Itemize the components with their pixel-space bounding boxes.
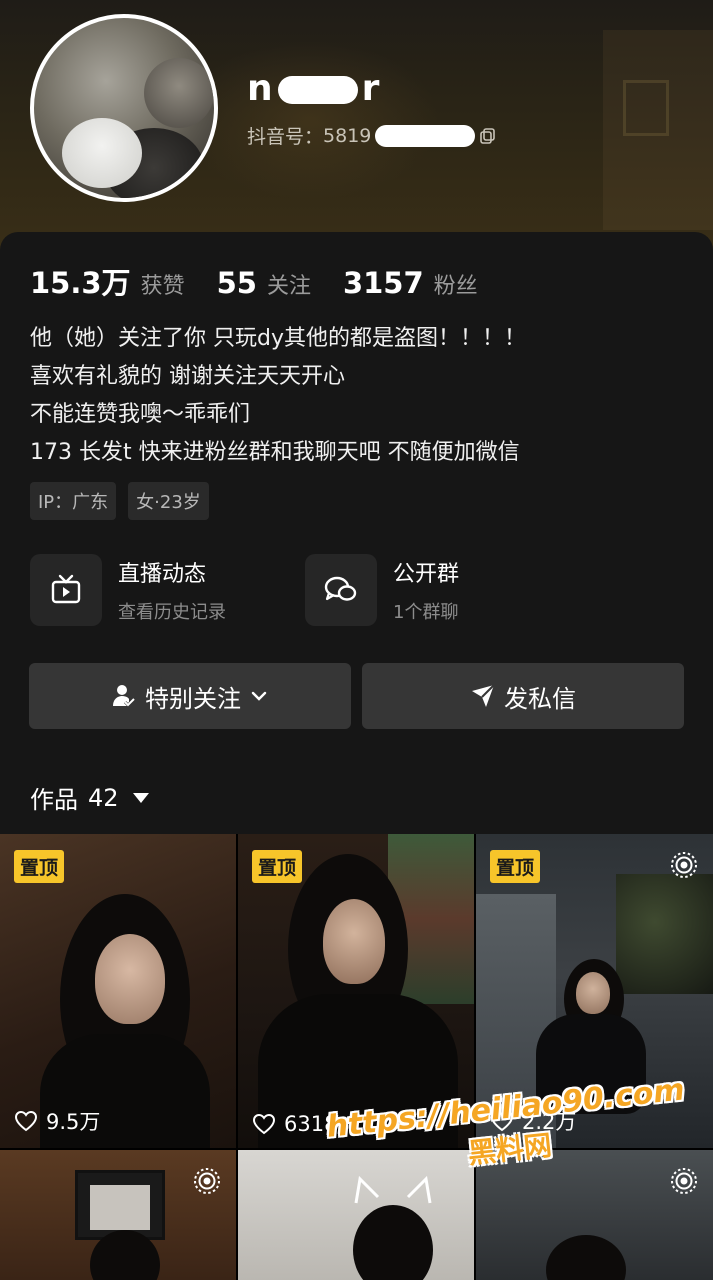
works-tab[interactable]: 作品 42 <box>30 780 149 815</box>
live-history-entry[interactable]: 直播动态 查看历史记录 <box>30 554 226 626</box>
ip-location-tag: IP：广东 <box>30 482 117 520</box>
thumbnail-trees <box>616 874 713 994</box>
special-follow-button[interactable]: 特别关注 <box>29 663 351 729</box>
following-label[interactable]: 关注 <box>267 268 311 300</box>
video-thumbnail[interactable] <box>0 1150 236 1280</box>
live-photo-icon <box>671 852 697 878</box>
thumbnail-person-hair <box>353 1205 433 1280</box>
video-thumbnail[interactable]: 置顶 9.5万 <box>0 834 236 1148</box>
caret-down-icon <box>132 792 149 803</box>
avatar[interactable] <box>30 14 218 202</box>
username-redaction <box>277 76 358 104</box>
username: nr <box>247 68 380 109</box>
bio-line: 不能连赞我噢～乖乖们 <box>30 402 251 427</box>
live-photo-icon <box>671 1168 697 1194</box>
heart-icon <box>14 1110 38 1132</box>
live-photo-icon <box>194 1168 220 1194</box>
followers-count[interactable]: 3157 <box>343 266 424 300</box>
pinned-badge: 置顶 <box>490 850 541 883</box>
profile-tags: IP：广东 女·23岁 <box>30 482 209 520</box>
send-message-button[interactable]: 发私信 <box>362 663 684 729</box>
douyin-id-value: 5819 <box>323 124 372 147</box>
thumbnail-person-face <box>576 972 610 1014</box>
video-grid: 置顶 9.5万 置顶 6318 置顶 2.2万 <box>0 834 713 1280</box>
background-building <box>603 30 713 230</box>
background-tree <box>180 40 440 200</box>
bio-line: 他（她）关注了你 只玩dy其他的都是盗图！！！！ <box>30 326 526 351</box>
works-count: 42 <box>88 783 119 812</box>
douyin-id: 抖音号： 5819 <box>247 122 497 149</box>
likes-label[interactable]: 获赞 <box>141 268 185 300</box>
live-history-title: 直播动态 <box>118 562 207 587</box>
live-history-subtitle: 查看历史记录 <box>118 602 226 623</box>
avatar-cat-tabby <box>144 58 214 128</box>
works-label: 作品 <box>30 786 78 814</box>
username-start: n <box>247 68 274 109</box>
douyin-id-label: 抖音号： <box>247 126 324 148</box>
chat-bubbles-icon <box>305 554 377 626</box>
special-follow-label: 特别关注 <box>145 684 241 713</box>
followers-label[interactable]: 粉丝 <box>434 268 478 300</box>
profile-panel: 15.3万 获赞 55 关注 3157 粉丝 他（她）关注了你 只玩dy其他的都… <box>0 232 713 832</box>
paper-plane-icon <box>472 684 495 707</box>
pinned-badge: 置顶 <box>14 850 65 883</box>
copy-icon[interactable] <box>479 127 497 145</box>
tv-icon <box>30 554 102 626</box>
bio-line: 173 长发t 快来进粉丝群和我聊天吧 不随便加微信 <box>30 440 520 465</box>
thumbnail-person-face <box>323 899 385 984</box>
video-likes-count: 9.5万 <box>46 1110 101 1134</box>
person-check-icon <box>113 685 136 708</box>
video-thumbnail[interactable] <box>476 1150 713 1280</box>
username-end: r <box>361 68 381 109</box>
bio-line: 喜欢有礼貌的 谢谢关注天天开心 <box>30 364 345 389</box>
public-group-subtitle: 1个群聊 <box>393 602 459 623</box>
video-likes: 9.5万 <box>14 1106 100 1136</box>
gender-age-tag: 女·23岁 <box>128 482 209 520</box>
thumbnail-picture-content <box>90 1185 150 1230</box>
douyin-id-redaction <box>375 124 476 147</box>
avatar-cat-white <box>62 118 142 188</box>
stats-row: 15.3万 获赞 55 关注 3157 粉丝 <box>30 260 500 302</box>
likes-count[interactable]: 15.3万 <box>30 260 131 302</box>
heart-icon <box>252 1113 276 1135</box>
following-count[interactable]: 55 <box>217 266 257 300</box>
thumbnail-person-face <box>95 934 165 1024</box>
thumbnail-person-hair <box>546 1235 626 1280</box>
public-group-title: 公开群 <box>393 562 460 587</box>
public-group-entry[interactable]: 公开群 1个群聊 <box>305 554 459 626</box>
send-message-label: 发私信 <box>504 684 576 713</box>
chevron-down-icon <box>251 691 267 701</box>
pinned-badge: 置顶 <box>252 850 303 883</box>
bio: 他（她）关注了你 只玩dy其他的都是盗图！！！！ 喜欢有礼貌的 谢谢关注天天开心… <box>30 320 526 472</box>
